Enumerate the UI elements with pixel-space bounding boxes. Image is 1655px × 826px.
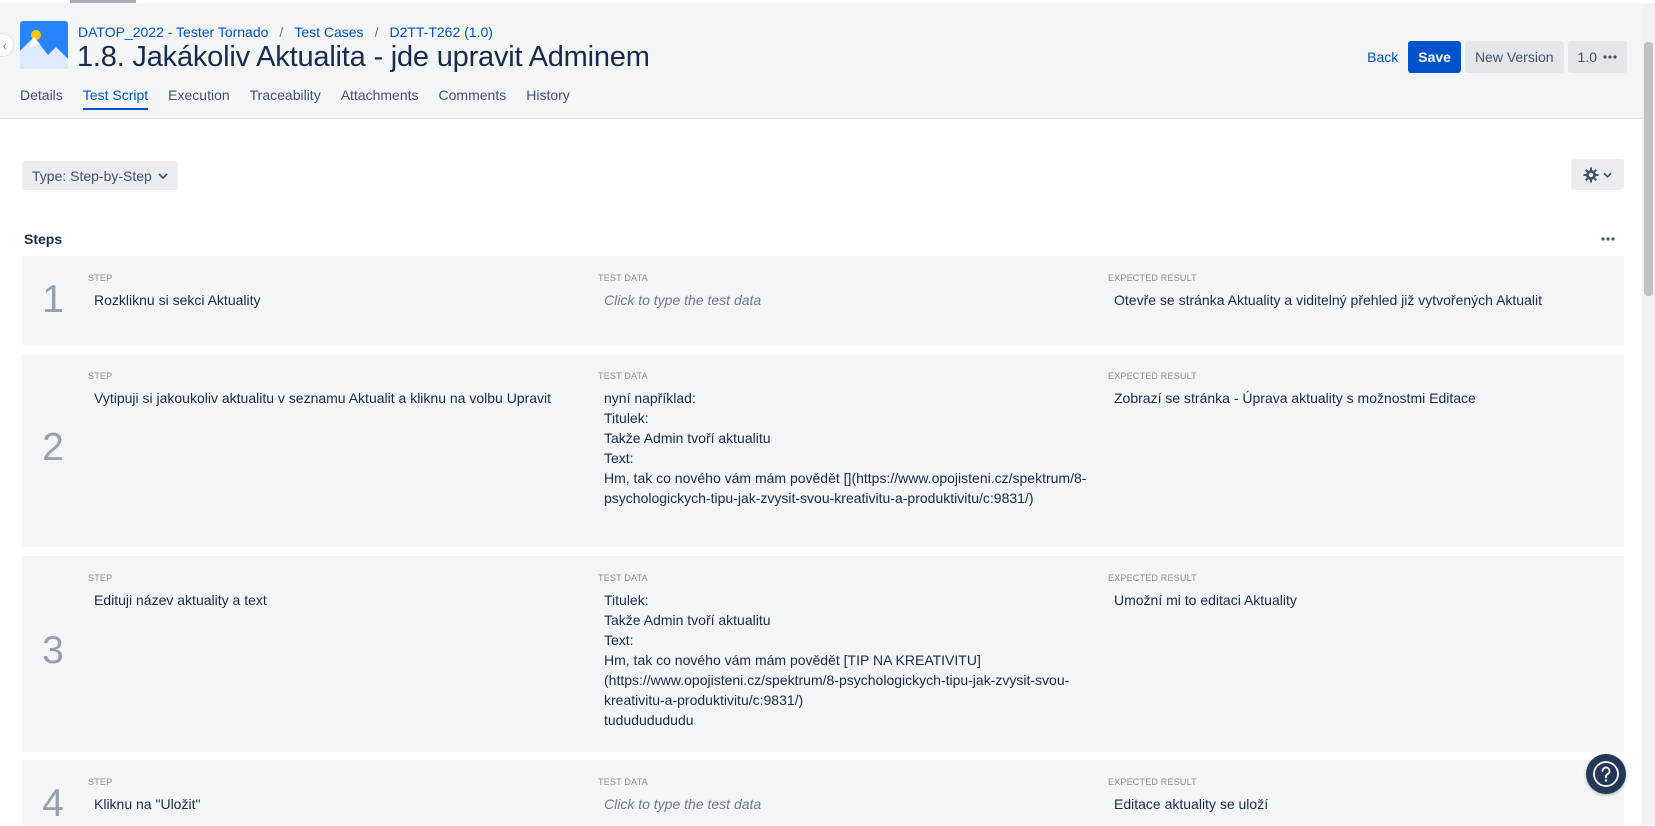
test-data-input[interactable]: Titulek: Takže Admin tvoří aktualitu Tex… <box>604 590 1089 730</box>
back-button[interactable]: Back <box>1361 41 1404 73</box>
expected-result-column-label: EXPECTED RESULT <box>1108 371 1197 381</box>
tab-traceability[interactable]: Traceability <box>250 87 321 110</box>
tab-bar: Details Test Script Execution Traceabili… <box>20 87 570 110</box>
settings-menu-button[interactable] <box>1571 159 1624 190</box>
breadcrumb-separator: / <box>374 24 379 40</box>
question-mark-icon <box>1593 761 1619 787</box>
new-version-button[interactable]: New Version <box>1464 41 1564 73</box>
steps-more-button[interactable] <box>1596 229 1620 249</box>
step-description[interactable]: Vytipuji si jakoukoliv aktualitu v sezna… <box>94 388 579 408</box>
more-horizontal-icon <box>1601 237 1615 241</box>
save-button[interactable]: Save <box>1408 41 1461 73</box>
gear-icon <box>1583 167 1599 182</box>
test-data-input[interactable]: nyní například: Titulek: Takže Admin tvo… <box>604 388 1089 508</box>
page-header: ‹ DATOP_2022 - Tester Tornado / Test Cas… <box>0 3 1655 119</box>
tab-execution[interactable]: Execution <box>168 87 229 110</box>
breadcrumb-project-link[interactable]: DATOP_2022 - Tester Tornado <box>78 24 268 40</box>
step-column-label: STEP <box>88 273 113 283</box>
version-label: 1.0 <box>1577 49 1597 65</box>
step-description[interactable]: Kliknu na "Uložit" <box>94 794 579 814</box>
step-column-label: STEP <box>88 371 113 381</box>
expected-result-text[interactable]: Umožní mi to editaci Aktuality <box>1114 590 1599 610</box>
chevron-down-icon <box>158 172 168 179</box>
mountain-icon <box>20 21 68 69</box>
script-type-label: Type: Step-by-Step <box>32 167 152 184</box>
test-data-column-label: TEST DATA <box>598 371 648 381</box>
step-row: 3 STEP Edituji název aktuality a text TE… <box>22 556 1624 752</box>
test-data-input[interactable]: Click to type the test data <box>604 290 1089 310</box>
tab-history[interactable]: History <box>526 87 570 110</box>
sidebar-collapse-button[interactable]: ‹ <box>0 33 14 57</box>
step-description[interactable]: Edituji název aktuality a text <box>94 590 579 610</box>
expected-result-text[interactable]: Editace aktuality se uloží <box>1114 794 1599 814</box>
test-data-column-label: TEST DATA <box>598 777 648 787</box>
expected-result-column-label: EXPECTED RESULT <box>1108 777 1197 787</box>
page-title: 1.8. Jakákoliv Aktualita - jde upravit A… <box>77 41 650 73</box>
steps-section-title: Steps <box>24 231 63 247</box>
test-data-column-label: TEST DATA <box>598 273 648 283</box>
step-row: 1 STEP Rozkliknu si sekci Aktuality TEST… <box>22 256 1624 345</box>
breadcrumb-separator: / <box>279 24 284 40</box>
breadcrumb: DATOP_2022 - Tester Tornado / Test Cases… <box>78 24 493 40</box>
expected-result-column-label: EXPECTED RESULT <box>1108 273 1197 283</box>
expected-result-text[interactable]: Otevře se stránka Aktuality a viditelný … <box>1114 290 1599 310</box>
project-avatar[interactable] <box>20 21 68 69</box>
chevron-down-icon <box>1603 172 1612 178</box>
tab-test-script[interactable]: Test Script <box>82 87 149 110</box>
step-row: 2 STEP Vytipuji si jakoukoliv aktualitu … <box>22 354 1624 547</box>
header-actions: Back Save New Version 1.0 <box>1361 41 1627 73</box>
breadcrumb-test-cases-link[interactable]: Test Cases <box>294 24 363 40</box>
tab-comments[interactable]: Comments <box>439 87 507 110</box>
test-data-input[interactable]: Click to type the test data <box>604 794 1089 814</box>
more-horizontal-icon <box>1603 55 1617 59</box>
chevron-left-icon: ‹ <box>2 37 7 53</box>
tab-attachments[interactable]: Attachments <box>341 87 419 110</box>
step-number: 2 <box>42 426 64 469</box>
step-row: 4 STEP Kliknu na "Uložit" TEST DATA Clic… <box>22 760 1624 825</box>
step-number: 1 <box>42 278 64 321</box>
step-description[interactable]: Rozkliknu si sekci Aktuality <box>94 290 579 310</box>
version-menu-button[interactable]: 1.0 <box>1567 41 1627 73</box>
step-number: 4 <box>42 782 64 825</box>
breadcrumb-test-case-key-link[interactable]: D2TT-T262 (1.0) <box>389 24 492 40</box>
step-column-label: STEP <box>88 777 113 787</box>
step-column-label: STEP <box>88 573 113 583</box>
step-number: 3 <box>42 629 64 672</box>
expected-result-column-label: EXPECTED RESULT <box>1108 573 1197 583</box>
script-type-select[interactable]: Type: Step-by-Step <box>22 161 178 190</box>
test-data-column-label: TEST DATA <box>598 573 648 583</box>
tab-details[interactable]: Details <box>20 87 63 110</box>
page-scrollbar-thumb[interactable] <box>1644 42 1653 296</box>
expected-result-text[interactable]: Zobrazí se stránka - Úprava aktuality s … <box>1114 388 1599 408</box>
help-button[interactable] <box>1586 754 1626 794</box>
